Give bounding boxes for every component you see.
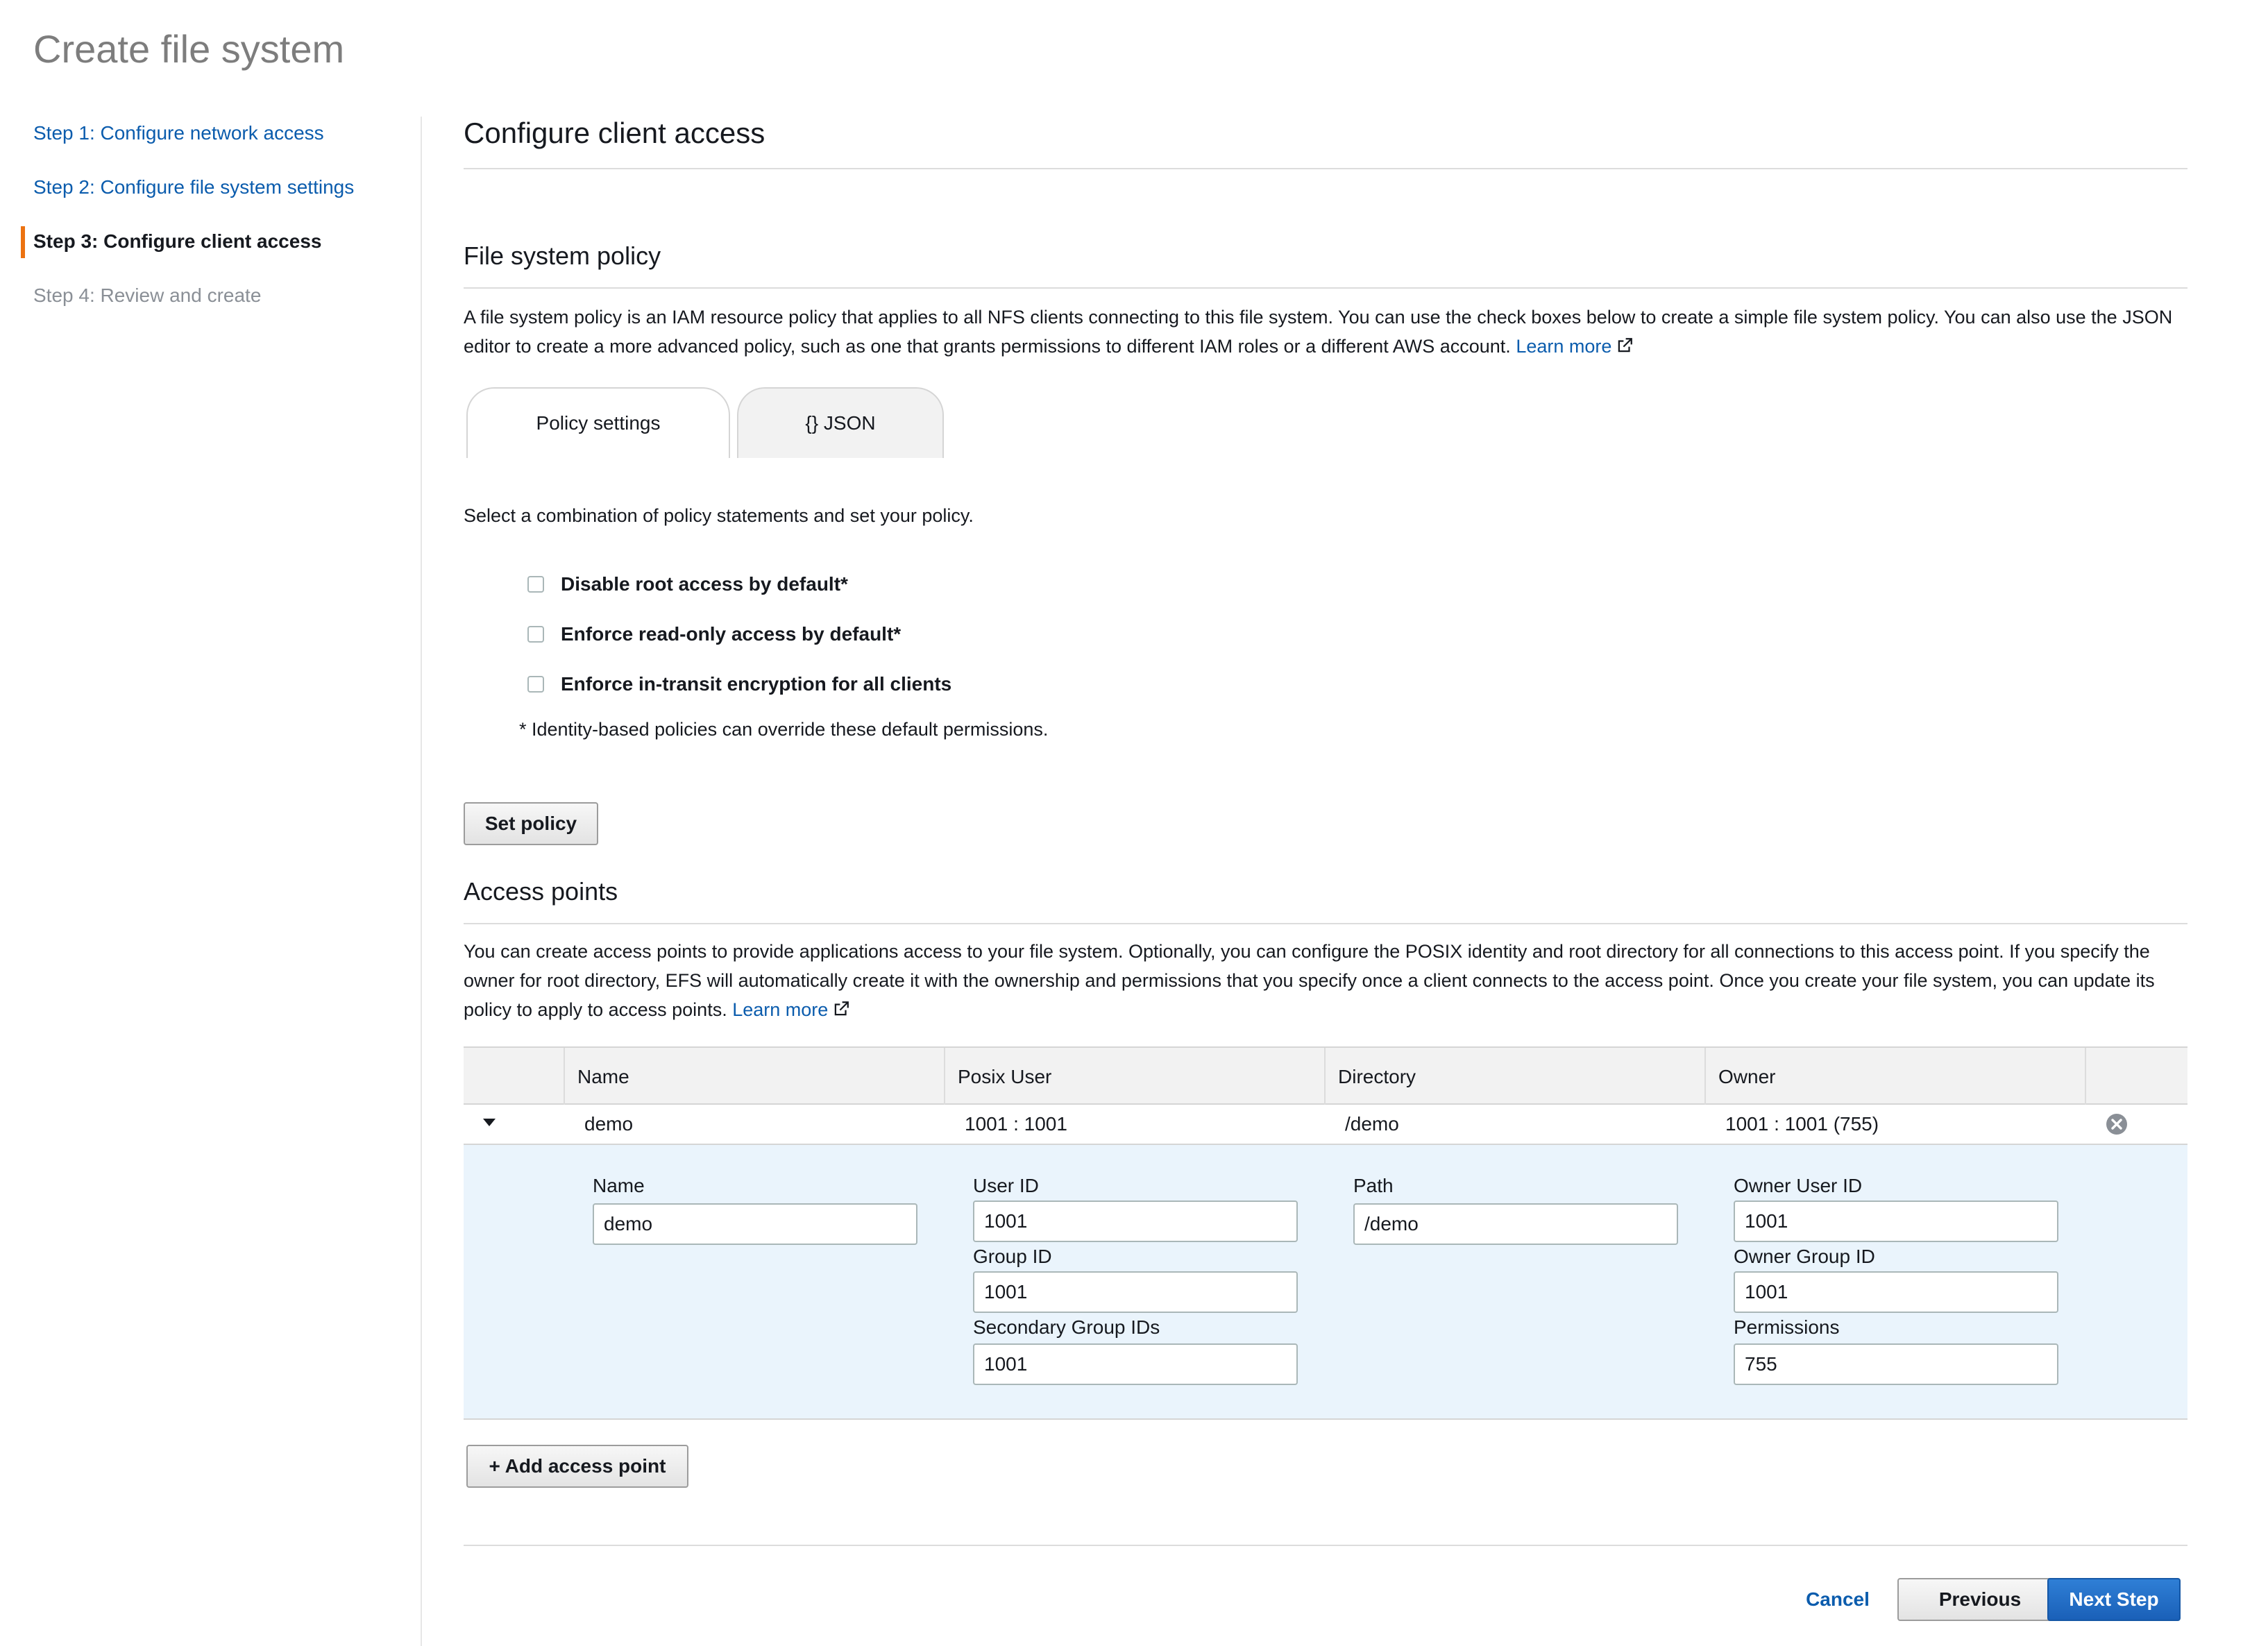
- policy-description: A file system policy is an IAM resource …: [464, 303, 2187, 361]
- add-access-point-button[interactable]: + Add access point: [466, 1445, 688, 1488]
- enforce-read-only-label: Enforce read-only access by default*: [561, 623, 902, 645]
- secondary-group-ids-label: Secondary Group IDs: [973, 1316, 1160, 1338]
- policy-description-text: A file system policy is an IAM resource …: [464, 307, 2173, 357]
- column-header-directory: Directory: [1324, 1048, 1704, 1105]
- permissions-input[interactable]: 755: [1734, 1343, 2058, 1385]
- row-posix-user: 1001 : 1001: [965, 1113, 1067, 1135]
- next-step-button[interactable]: Next Step: [2047, 1578, 2181, 1621]
- permissions-label: Permissions: [1734, 1316, 1840, 1338]
- tab-json[interactable]: {} JSON: [737, 387, 944, 458]
- file-system-policy-title: File system policy: [464, 241, 661, 270]
- access-points-divider: [464, 923, 2187, 924]
- sidebar-divider: [421, 117, 422, 1646]
- footer-divider: [464, 1545, 2187, 1546]
- policy-instruction: Select a combination of policy statement…: [464, 505, 974, 526]
- access-point-details-panel: Name demo User ID 1001 Group ID 1001 Sec…: [464, 1145, 2187, 1420]
- path-input[interactable]: /demo: [1353, 1203, 1678, 1245]
- external-link-icon: [1618, 338, 1633, 353]
- external-link-icon: [835, 1001, 849, 1016]
- section-title: Configure client access: [464, 117, 765, 149]
- cancel-button[interactable]: Cancel: [1768, 1578, 1907, 1621]
- collapse-caret-icon[interactable]: [483, 1119, 496, 1126]
- wizard-steps-nav: Step 1: Configure network access Step 2:…: [0, 117, 416, 333]
- option-enforce-read-only[interactable]: Enforce read-only access by default*: [527, 620, 901, 648]
- name-input[interactable]: demo: [593, 1203, 917, 1245]
- path-label: Path: [1353, 1175, 1394, 1196]
- disable-root-access-checkbox[interactable]: [527, 576, 544, 593]
- access-points-title: Access points: [464, 877, 618, 906]
- owner-group-id-input[interactable]: 1001: [1734, 1271, 2058, 1313]
- row-directory: /demo: [1345, 1113, 1399, 1135]
- policy-divider: [464, 287, 2187, 289]
- column-header-actions: [2085, 1048, 2187, 1105]
- enforce-in-transit-encryption-checkbox[interactable]: [527, 676, 544, 693]
- step-configure-client-access: Step 3: Configure client access: [0, 225, 416, 279]
- option-disable-root-access[interactable]: Disable root access by default*: [527, 570, 848, 598]
- owner-group-id-label: Owner Group ID: [1734, 1246, 1875, 1267]
- step-configure-file-system-settings[interactable]: Step 2: Configure file system settings: [0, 171, 416, 225]
- owner-user-id-input[interactable]: 1001: [1734, 1200, 2058, 1242]
- access-points-description-text: You can create access points to provide …: [464, 941, 2155, 1020]
- column-header-name: Name: [564, 1048, 944, 1105]
- enforce-read-only-checkbox[interactable]: [527, 626, 544, 643]
- tab-policy-settings[interactable]: Policy settings: [466, 387, 730, 458]
- page: Create file system Step 1: Configure net…: [0, 0, 2268, 1646]
- row-owner: 1001 : 1001 (755): [1725, 1113, 1879, 1135]
- policy-footnote: * Identity-based policies can override t…: [519, 719, 1049, 740]
- step-configure-network-access[interactable]: Step 1: Configure network access: [0, 117, 416, 171]
- user-id-label: User ID: [973, 1175, 1039, 1196]
- enforce-in-transit-encryption-label: Enforce in-transit encryption for all cl…: [561, 673, 952, 695]
- row-name: demo: [584, 1113, 634, 1135]
- set-policy-button[interactable]: Set policy: [464, 802, 598, 845]
- access-points-description: You can create access points to provide …: [464, 937, 2187, 1024]
- policy-learn-more-link[interactable]: Learn more: [1516, 336, 1611, 357]
- name-field-label: Name: [593, 1175, 645, 1196]
- table-header: Name Posix User Directory Owner: [464, 1046, 2187, 1105]
- table-row[interactable]: demo 1001 : 1001 /demo 1001 : 1001 (755): [464, 1105, 2187, 1145]
- column-header-owner: Owner: [1704, 1048, 2085, 1105]
- owner-user-id-label: Owner User ID: [1734, 1175, 1863, 1196]
- remove-circle-icon[interactable]: [2106, 1113, 2128, 1135]
- group-id-label: Group ID: [973, 1246, 1052, 1267]
- section-divider: [464, 168, 2187, 169]
- option-enforce-in-transit-encryption[interactable]: Enforce in-transit encryption for all cl…: [527, 670, 951, 698]
- step-review-and-create: Step 4: Review and create: [33, 285, 262, 306]
- page-title: Create file system: [33, 27, 345, 71]
- previous-button[interactable]: Previous: [1897, 1578, 2063, 1621]
- user-id-input[interactable]: 1001: [973, 1200, 1298, 1242]
- access-points-learn-more-link[interactable]: Learn more: [732, 999, 828, 1020]
- group-id-input[interactable]: 1001: [973, 1271, 1298, 1313]
- secondary-group-ids-input[interactable]: 1001: [973, 1343, 1298, 1385]
- disable-root-access-label: Disable root access by default*: [561, 573, 848, 595]
- column-header-posix-user: Posix User: [944, 1048, 1324, 1105]
- access-points-table: Name Posix User Directory Owner demo 100…: [464, 1046, 2187, 1420]
